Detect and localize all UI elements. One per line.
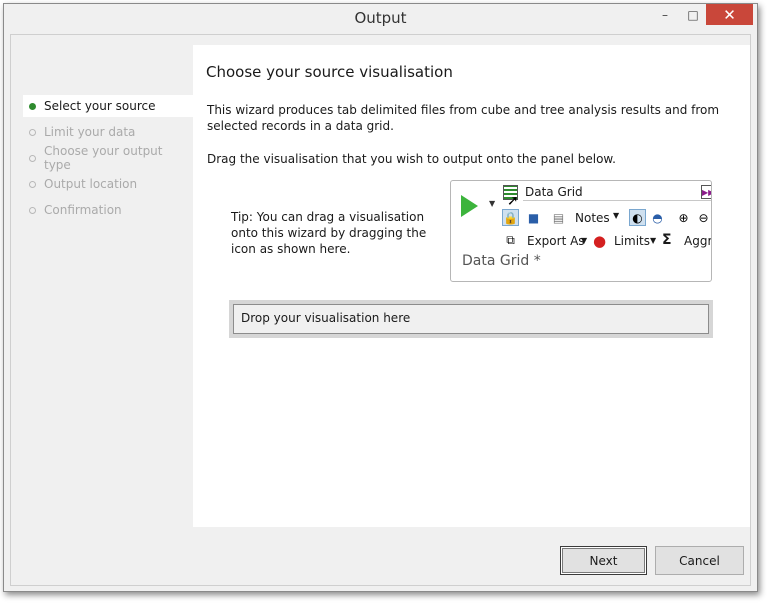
minimize-button[interactable]: – [652, 4, 678, 25]
step-label: Select your source [44, 99, 156, 113]
step-label: Confirmation [44, 203, 122, 217]
step-output-location[interactable]: Output location [23, 173, 193, 195]
instruction-text: Drag the visualisation that you wish to … [207, 152, 616, 166]
chevron-down-icon: ▼ [581, 236, 588, 245]
chevron-down-icon: ▼ [489, 199, 496, 208]
tip-text: Tip: You can drag a visualisation onto t… [231, 210, 427, 256]
window-title: Output [354, 9, 407, 27]
page-title: Choose your source visualisation [206, 63, 453, 81]
notes-label: Notes [575, 211, 610, 225]
cancel-button[interactable]: Cancel [655, 546, 744, 575]
chevron-down-icon: ▼ [613, 211, 620, 220]
grid-label-text: Data Grid [525, 185, 583, 199]
step-confirmation[interactable]: Confirmation [23, 199, 193, 221]
step-label: Limit your data [44, 125, 136, 139]
step-indicator-icon [29, 102, 36, 110]
step-label: Output location [44, 177, 138, 191]
search-icon: ◓ [652, 210, 663, 225]
step-label: Choose your output type [44, 144, 163, 172]
mouse-cursor-icon: ➚ [507, 193, 519, 209]
save-icon: ■ [527, 210, 540, 225]
visualisation-title: Data Grid * [462, 253, 541, 269]
visualisation-preview: ▼ ➚ Data Grid ▶▶ 🔒 ■ ▤ Notes ▼ ◐ ◓ ⊕ ⊖ ⧉… [450, 180, 712, 282]
step-indicator-icon [29, 206, 36, 214]
lock-icon: 🔒 [502, 209, 519, 226]
filter-icon: ◐ [629, 209, 646, 226]
expand-arrow-icon: ▶▶ [701, 185, 711, 199]
dropzone[interactable]: Drop your visualisation here [229, 300, 713, 338]
visualisation-name-field: Data Grid ▶▶ [523, 185, 711, 201]
export-as-label: Export As [527, 234, 585, 248]
step-limit-data[interactable]: Limit your data [23, 121, 193, 143]
aggr-label: Aggr [684, 234, 712, 248]
step-indicator-icon [29, 128, 36, 136]
step-select-source[interactable]: Select your source [23, 95, 193, 117]
close-button[interactable]: ✕ [706, 4, 753, 25]
wizard-content-panel: Choose your source visualisation This wi… [193, 45, 750, 527]
play-icon [461, 195, 478, 217]
wizard-steps-sidebar: Select your source Limit your data Choos… [11, 35, 193, 527]
add-field-icon: ⊕ [678, 210, 689, 225]
chevron-down-icon: ▼ [650, 236, 657, 245]
dropzone-label: Drop your visualisation here [233, 304, 709, 334]
remove-field-icon: ⊖ [698, 210, 709, 225]
output-wizard-window: Output – □ ✕ Select your source Limit yo… [3, 3, 758, 592]
step-indicator-icon [29, 180, 36, 188]
limits-icon: ● [592, 231, 607, 250]
step-indicator-icon [29, 154, 36, 162]
maximize-button[interactable]: □ [680, 4, 706, 25]
wizard-frame: Select your source Limit your data Choos… [10, 34, 751, 586]
notes-icon: ▤ [552, 210, 565, 225]
limits-label: Limits [614, 234, 650, 248]
title-bar[interactable]: Output – □ ✕ [4, 4, 757, 33]
intro-text: This wizard produces tab delimited files… [207, 103, 720, 133]
export-icon: ⧉ [506, 233, 515, 247]
sigma-icon: Σ [662, 232, 672, 248]
step-output-type[interactable]: Choose your output type [23, 144, 193, 172]
next-button[interactable]: Next [560, 546, 647, 575]
